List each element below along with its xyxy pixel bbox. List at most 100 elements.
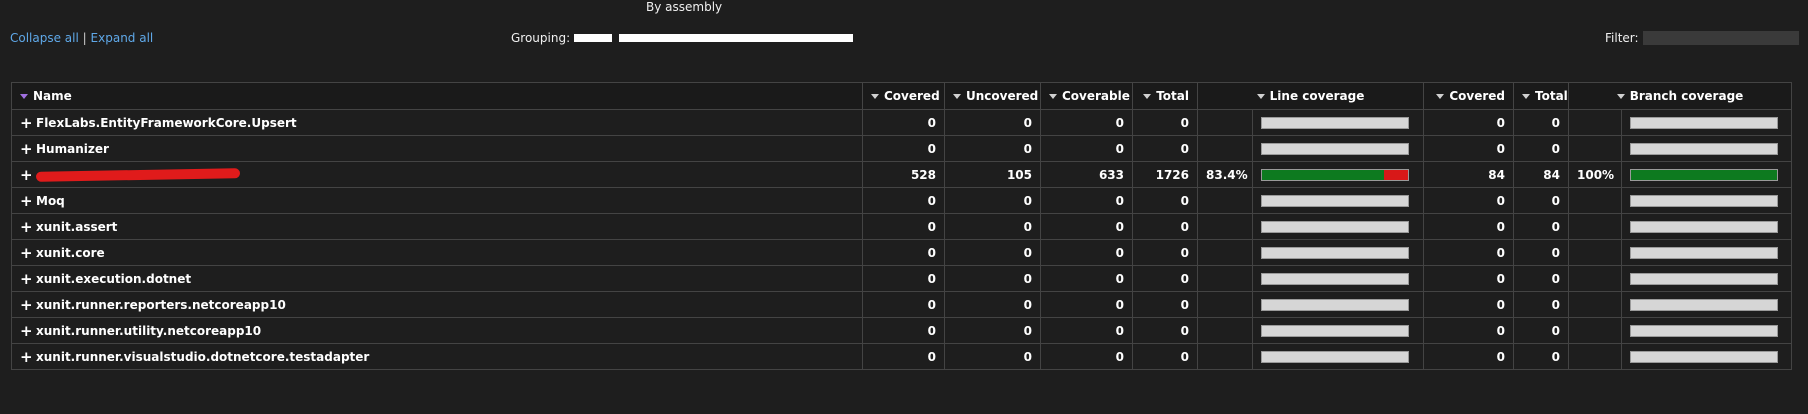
cell-branch-total: 0	[1513, 291, 1569, 318]
branch-coverage-bar	[1630, 246, 1778, 259]
collapse-all-link[interactable]: Collapse all	[10, 31, 79, 45]
cell-line-coverage-percent	[1197, 343, 1253, 370]
cell-line-coverage-percent	[1197, 135, 1253, 162]
grouping-slider-track[interactable]	[619, 34, 854, 42]
table-row[interactable]: + xunit.runner.visualstudio.dotnetcore.te…	[11, 343, 1793, 370]
cell-branch-covered: 0	[1423, 317, 1514, 344]
expand-all-link[interactable]: Expand all	[91, 31, 154, 45]
header-coverable[interactable]: Coverable	[1040, 82, 1133, 110]
plus-icon[interactable]: +	[20, 298, 33, 313]
plus-icon[interactable]: +	[20, 246, 33, 261]
table-row[interactable]: +528 105 633 1726 83.4% 84 84 100%	[11, 161, 1793, 188]
cell-uncovered: 0	[944, 239, 1041, 266]
plus-icon[interactable]: +	[20, 220, 33, 235]
header-branch-coverage[interactable]: Branch coverage	[1567, 82, 1793, 110]
branch-coverage-bar	[1630, 350, 1778, 363]
sort-down-arrow-icon	[1049, 94, 1057, 99]
link-separator: |	[82, 31, 87, 45]
cell-line-coverage-bar	[1252, 343, 1424, 370]
plus-icon[interactable]: +	[20, 350, 33, 365]
cell-name: + xunit.execution.dotnet	[11, 265, 863, 292]
cell-line-coverage-bar	[1252, 317, 1424, 344]
cell-branch-total: 84	[1513, 161, 1569, 188]
assembly-name: xunit.execution.dotnet	[36, 271, 192, 286]
header-branch-total[interactable]: Total	[1513, 82, 1569, 110]
cell-name: + xunit.runner.visualstudio.dotnetcore.te…	[11, 343, 863, 370]
table-row[interactable]: + FlexLabs.EntityFrameworkCore.Upsert 0 0 0 0…	[11, 109, 1793, 136]
cell-uncovered: 0	[944, 265, 1041, 292]
coverage-table: Name Covered Uncovered Coverable Total L…	[11, 82, 1793, 370]
table-row[interactable]: + xunit.assert 0 0 0 0 0 0	[11, 213, 1793, 240]
cell-uncovered: 0	[944, 187, 1041, 214]
plus-icon[interactable]: +	[20, 116, 33, 131]
cell-branch-coverage-percent	[1568, 239, 1622, 266]
cell-branch-coverage-percent	[1568, 291, 1622, 318]
sort-down-arrow-icon	[1256, 94, 1265, 99]
assembly-name: FlexLabs.EntityFrameworkCore.Upsert	[36, 115, 297, 130]
header-name[interactable]: Name	[11, 82, 863, 110]
header-uncovered[interactable]: Uncovered	[944, 82, 1041, 110]
grouping-label: Grouping:	[511, 31, 571, 45]
plus-icon[interactable]: +	[20, 142, 33, 157]
cell-branch-coverage-bar	[1620, 265, 1793, 292]
cell-uncovered: 105	[944, 161, 1041, 188]
header-total[interactable]: Total	[1132, 82, 1198, 110]
cell-branch-coverage-percent	[1568, 343, 1622, 370]
line-covered-fill	[1262, 169, 1384, 180]
table-row[interactable]: + xunit.execution.dotnet 0 0 0 0 0 0	[11, 265, 1793, 292]
cell-uncovered: 0	[944, 343, 1041, 370]
cell-line-coverage-percent	[1197, 239, 1253, 266]
cell-coverable: 0	[1040, 239, 1133, 266]
grouping-slider-handle[interactable]	[574, 34, 613, 42]
table-body: + FlexLabs.EntityFrameworkCore.Upsert 0 0 0 0…	[11, 109, 1793, 370]
expand-collapse-controls: Collapse all | Expand all	[10, 31, 153, 45]
cell-branch-coverage-bar	[1620, 317, 1793, 344]
table-row[interactable]: + xunit.runner.utility.netcoreapp10 0 0 0 0 0 0	[11, 317, 1793, 344]
cell-line-coverage-percent	[1197, 265, 1253, 292]
page-title: By assembly	[646, 0, 723, 14]
cell-branch-covered: 0	[1423, 239, 1514, 266]
table-row[interactable]: + Humanizer 0 0 0 0 0 0	[11, 135, 1793, 162]
cell-total: 0	[1132, 291, 1198, 318]
grouping-slider[interactable]	[574, 34, 854, 42]
plus-icon[interactable]: +	[20, 272, 33, 287]
cell-branch-coverage-bar	[1620, 135, 1793, 162]
line-coverage-bar	[1261, 142, 1409, 155]
sort-down-arrow-icon	[20, 94, 28, 99]
cell-branch-total: 0	[1513, 317, 1569, 344]
branch-coverage-bar	[1630, 324, 1778, 337]
plus-icon[interactable]: +	[20, 194, 33, 209]
cell-branch-total: 0	[1513, 265, 1569, 292]
cell-branch-coverage-bar	[1620, 343, 1793, 370]
cell-branch-covered: 0	[1423, 109, 1514, 136]
header-covered[interactable]: Covered	[862, 82, 945, 110]
table-row[interactable]: + xunit.core 0 0 0 0 0 0	[11, 239, 1793, 266]
cell-name: + Moq	[11, 187, 863, 214]
sort-down-arrow-icon	[871, 94, 879, 99]
cell-branch-coverage-percent	[1568, 265, 1622, 292]
cell-total: 0	[1132, 343, 1198, 370]
cell-covered: 0	[862, 291, 945, 318]
table-row[interactable]: + Moq 0 0 0 0 0 0	[11, 187, 1793, 214]
filter-input[interactable]	[1642, 31, 1799, 45]
sort-down-arrow-icon	[1616, 94, 1625, 99]
cell-branch-coverage-bar	[1620, 187, 1793, 214]
plus-icon[interactable]: +	[20, 324, 33, 339]
cell-branch-coverage-percent	[1568, 213, 1622, 240]
line-uncovered-fill	[1383, 169, 1408, 180]
branch-covered-fill	[1631, 169, 1777, 180]
cell-branch-covered: 0	[1423, 135, 1514, 162]
header-line-coverage[interactable]: Line coverage	[1197, 82, 1424, 110]
cell-covered: 0	[862, 135, 945, 162]
cell-line-coverage-bar	[1252, 161, 1424, 188]
assembly-name: xunit.runner.visualstudio.dotnetcore.tes…	[36, 349, 370, 364]
cell-name: + FlexLabs.EntityFrameworkCore.Upsert	[11, 109, 863, 136]
table-row[interactable]: + xunit.runner.reporters.netcoreapp10 0 0 0 0…	[11, 291, 1793, 318]
cell-branch-coverage-percent	[1568, 317, 1622, 344]
plus-icon[interactable]: +	[20, 168, 33, 183]
header-branch-covered[interactable]: Covered	[1423, 82, 1514, 110]
cell-branch-covered: 0	[1423, 265, 1514, 292]
cell-branch-coverage-bar	[1620, 291, 1793, 318]
cell-branch-covered: 0	[1423, 291, 1514, 318]
line-coverage-bar	[1261, 298, 1409, 311]
